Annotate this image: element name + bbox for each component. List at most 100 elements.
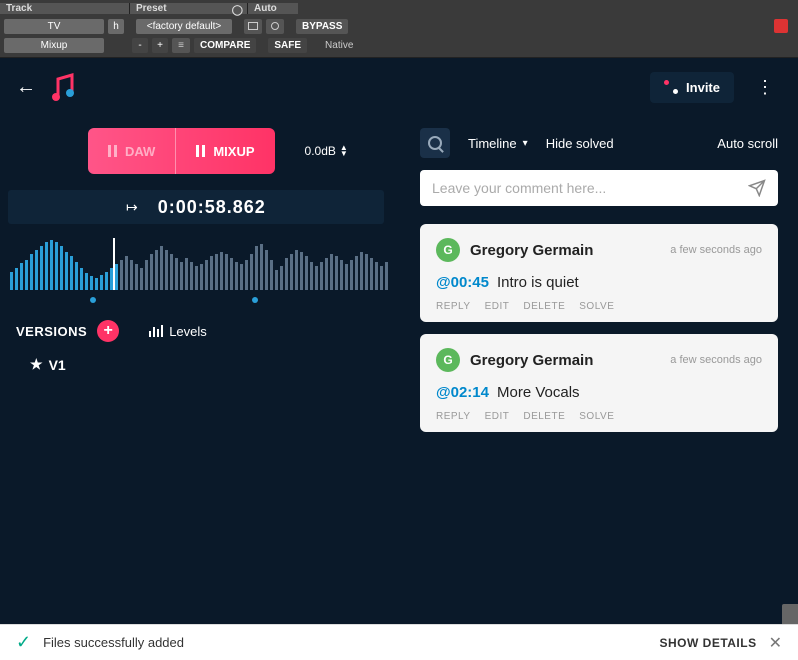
version-name: V1 [49, 357, 66, 373]
close-icon[interactable]: ✕ [769, 633, 782, 653]
comment-actions: REPLY EDIT DELETE SOLVE [436, 301, 762, 312]
wave-bar [50, 240, 53, 290]
comment-action-delete[interactable]: DELETE [523, 301, 565, 312]
versions-label: VERSIONS [16, 324, 87, 339]
comment-actions: REPLY EDIT DELETE SOLVE [436, 411, 762, 422]
avatar: G [436, 238, 460, 262]
wave-bar [300, 252, 303, 290]
bypass-button[interactable]: BYPASS [296, 19, 348, 34]
back-arrow-icon[interactable]: ← [16, 76, 36, 99]
show-details-button[interactable]: SHOW DETAILS [659, 636, 756, 650]
wave-bar [25, 260, 28, 290]
minus-button[interactable]: - [132, 38, 148, 53]
wave-bar [235, 262, 238, 290]
levels-button[interactable]: Levels [149, 324, 207, 339]
comment-author: Gregory Germain [470, 242, 593, 259]
db-stepper-icon[interactable]: ▲▼ [340, 145, 348, 157]
playhead[interactable] [113, 238, 115, 290]
track-header-label: Track [0, 3, 130, 14]
search-button[interactable] [420, 128, 450, 158]
levels-icon [149, 325, 163, 337]
record-indicator[interactable] [774, 19, 788, 33]
version-item[interactable]: ★V1 [8, 356, 392, 373]
wave-bar [370, 258, 373, 290]
wave-bar [375, 262, 378, 290]
waveform[interactable] [8, 238, 392, 290]
wave-bar [85, 273, 88, 290]
pause-icon [108, 145, 117, 157]
wave-bar [310, 262, 313, 290]
wave-bar [205, 260, 208, 290]
daw-toggle[interactable]: DAW [88, 128, 175, 174]
wave-bar [365, 254, 368, 290]
timeline-marker[interactable] [252, 297, 258, 303]
timeline-dropdown[interactable]: Timeline▾ [468, 136, 528, 151]
wave-bar [160, 246, 163, 290]
send-icon[interactable] [748, 179, 766, 197]
wave-bar [40, 246, 43, 290]
wave-bar [95, 278, 98, 290]
wave-bar [220, 252, 223, 290]
timeline-marker[interactable] [90, 297, 96, 303]
wave-bar [55, 242, 58, 290]
plus-button[interactable]: + [152, 38, 168, 53]
wave-bar [70, 256, 73, 290]
wave-bar [75, 262, 78, 290]
more-menu-icon[interactable]: ⋮ [748, 73, 782, 102]
db-readout[interactable]: 0.0dB ▲▼ [305, 144, 348, 158]
autoscroll-toggle[interactable]: Auto scroll [717, 136, 778, 151]
app-header: ← Invite ⋮ [0, 58, 798, 116]
chevron-down-icon[interactable]: ◯ [232, 5, 243, 16]
comment-action-delete[interactable]: DELETE [523, 411, 565, 422]
wave-bar [180, 262, 183, 290]
wave-bar [145, 260, 148, 290]
marker-row [8, 294, 392, 306]
wave-bar [380, 266, 383, 290]
comment-input[interactable] [432, 180, 748, 196]
add-version-button[interactable]: + [97, 320, 119, 342]
comment-action-solve[interactable]: SOLVE [579, 301, 614, 312]
wave-bar [355, 256, 358, 290]
track-h-button[interactable]: h [108, 19, 124, 34]
target-icon-button[interactable] [266, 19, 284, 34]
wave-bar [280, 266, 283, 290]
comment-action-reply[interactable]: REPLY [436, 411, 471, 422]
window-icon-button[interactable] [244, 19, 262, 34]
compare-button[interactable]: COMPARE [194, 38, 256, 53]
wave-bar [80, 268, 83, 290]
wave-bar [175, 258, 178, 290]
hide-solved-toggle[interactable]: Hide solved [546, 136, 614, 151]
wave-bar [315, 266, 318, 290]
comment-action-edit[interactable]: EDIT [485, 411, 510, 422]
comment-timestamp[interactable]: @00:45 [436, 274, 489, 291]
comment-action-edit[interactable]: EDIT [485, 301, 510, 312]
wave-bar [10, 272, 13, 290]
wave-bar [120, 260, 123, 290]
skip-icon[interactable]: ↦ [126, 199, 138, 216]
invite-icon [664, 80, 678, 94]
wave-bar [65, 252, 68, 290]
wave-bar [225, 254, 228, 290]
wave-bar [140, 268, 143, 290]
preset-select[interactable]: <factory default> [136, 19, 232, 34]
comment-timestamp[interactable]: @02:14 [436, 384, 489, 401]
safe-button[interactable]: SAFE [268, 38, 307, 53]
timecode-bar: ↦ 0:00:58.862 [8, 190, 384, 224]
track-name-select[interactable]: TV [4, 19, 104, 34]
source-toggle: DAW MIXUP [88, 128, 275, 174]
native-label: Native [319, 38, 359, 53]
comment-card: GGregory Germaina few seconds ago@00:45I… [420, 224, 778, 322]
wave-bar [105, 272, 108, 290]
comment-action-solve[interactable]: SOLVE [579, 411, 614, 422]
invite-button[interactable]: Invite [650, 72, 734, 103]
mixup-track-select[interactable]: Mixup [4, 38, 104, 53]
wave-bar [210, 256, 213, 290]
wave-bar [125, 256, 128, 290]
preset-list-icon[interactable]: ≡ [172, 38, 190, 53]
resize-handle[interactable] [782, 604, 798, 624]
comment-text: More Vocals [497, 384, 580, 401]
mixup-toggle[interactable]: MIXUP [176, 128, 274, 174]
comment-action-reply[interactable]: REPLY [436, 301, 471, 312]
comment-time: a few seconds ago [670, 244, 762, 256]
wave-bar [295, 250, 298, 290]
